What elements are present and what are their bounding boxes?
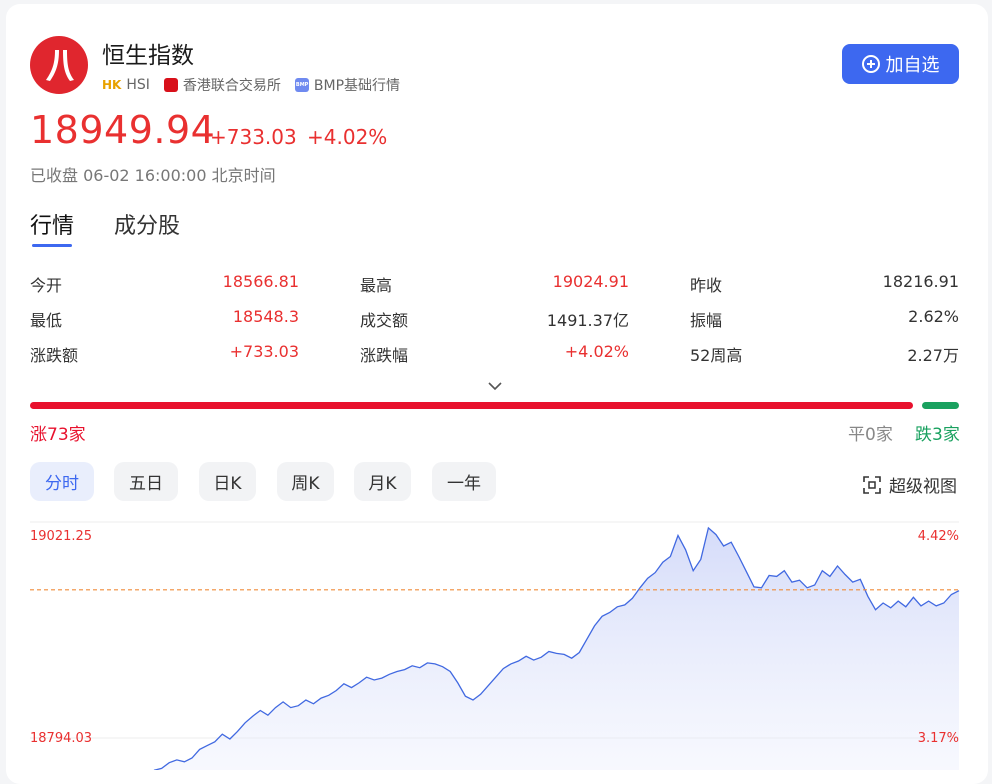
price-change-pct: +4.02% — [307, 125, 388, 149]
stat-label: 52周高 — [690, 346, 743, 365]
stat-label: 振幅 — [690, 311, 723, 330]
y-axis-tick-right: 3.17% — [918, 731, 959, 746]
chevron-down-icon[interactable] — [487, 376, 503, 395]
stat-value: 18548.3 — [232, 307, 299, 326]
period-tab-daily[interactable]: 日K — [199, 462, 256, 501]
symbol: HSI — [126, 77, 150, 93]
period-tab-year[interactable]: 一年 — [432, 462, 496, 501]
stat-label: 最低 — [30, 311, 63, 330]
price-change: +733.03 — [210, 125, 297, 149]
market-tag: HK — [102, 78, 122, 92]
index-title: 恒生指数 — [102, 43, 194, 69]
bmp-icon: BMP — [294, 78, 309, 92]
index-logo — [30, 36, 88, 94]
tab-constituents[interactable]: 成分股 — [114, 208, 180, 240]
y-axis-tick-right: 4.42% — [918, 529, 959, 544]
stat-label: 昨收 — [690, 276, 723, 295]
period-tab-monthly[interactable]: 月K — [354, 462, 411, 501]
advancers-count: 涨73家 — [30, 425, 86, 445]
stat-value: 2.27万 — [907, 346, 959, 365]
bmp-badge: BMP — [295, 82, 309, 88]
stat-value: 1491.37亿 — [546, 311, 629, 330]
tab-active-indicator — [32, 244, 72, 247]
y-axis-tick-left: 18794.03 — [30, 731, 92, 746]
stat-label: 最高 — [360, 276, 393, 295]
fullscreen-label: 超级视图 — [889, 477, 957, 497]
decline-bar — [922, 402, 959, 409]
index-meta: HK HSI 香港联合交易所 BMP BMP基础行情 — [102, 75, 414, 95]
add-watchlist-button[interactable]: 加自选 — [842, 44, 959, 84]
plus-circle-icon — [861, 55, 880, 73]
stat-label: 涨跌额 — [30, 346, 79, 365]
stat-label: 涨跌幅 — [360, 346, 409, 365]
period-tab-weekly[interactable]: 周K — [277, 462, 334, 501]
period-tab-5day[interactable]: 五日 — [114, 462, 178, 501]
stat-value: 18566.81 — [222, 272, 299, 291]
stat-value: 18216.91 — [882, 272, 959, 291]
period-tab-intraday[interactable]: 分时 — [30, 462, 94, 501]
market-status: 已收盘 06-02 16:00:00 北京时间 — [30, 166, 276, 185]
unchanged-count: 平0家 — [848, 425, 893, 445]
expand-icon — [863, 475, 881, 494]
stat-value: 19024.91 — [552, 272, 629, 291]
stat-label: 成交额 — [360, 311, 409, 330]
data-source: BMP基础行情 — [313, 78, 401, 94]
stat-value: +733.03 — [229, 342, 299, 361]
hkex-icon — [163, 78, 178, 92]
tab-quote[interactable]: 行情 — [30, 208, 74, 240]
stat-value: 2.62% — [908, 307, 959, 326]
quote-card: 恒生指数 HK HSI 香港联合交易所 BMP BMP基础行情 加自选 1894… — [6, 4, 988, 784]
advance-bar — [30, 402, 913, 409]
last-price: 18949.94 — [30, 108, 216, 152]
add-watchlist-label: 加自选 — [885, 55, 940, 76]
stat-value: +4.02% — [564, 342, 629, 361]
price-area — [154, 527, 959, 770]
decliners-count: 跌3家 — [915, 425, 960, 445]
intraday-chart[interactable]: 19021.25 18794.03 4.42% 3.17% — [6, 514, 988, 770]
fullscreen-button[interactable]: 超级视图 — [862, 472, 957, 497]
y-axis-tick-left: 19021.25 — [30, 529, 92, 544]
stat-label: 今开 — [30, 276, 63, 295]
exchange-name: 香港联合交易所 — [182, 78, 281, 94]
